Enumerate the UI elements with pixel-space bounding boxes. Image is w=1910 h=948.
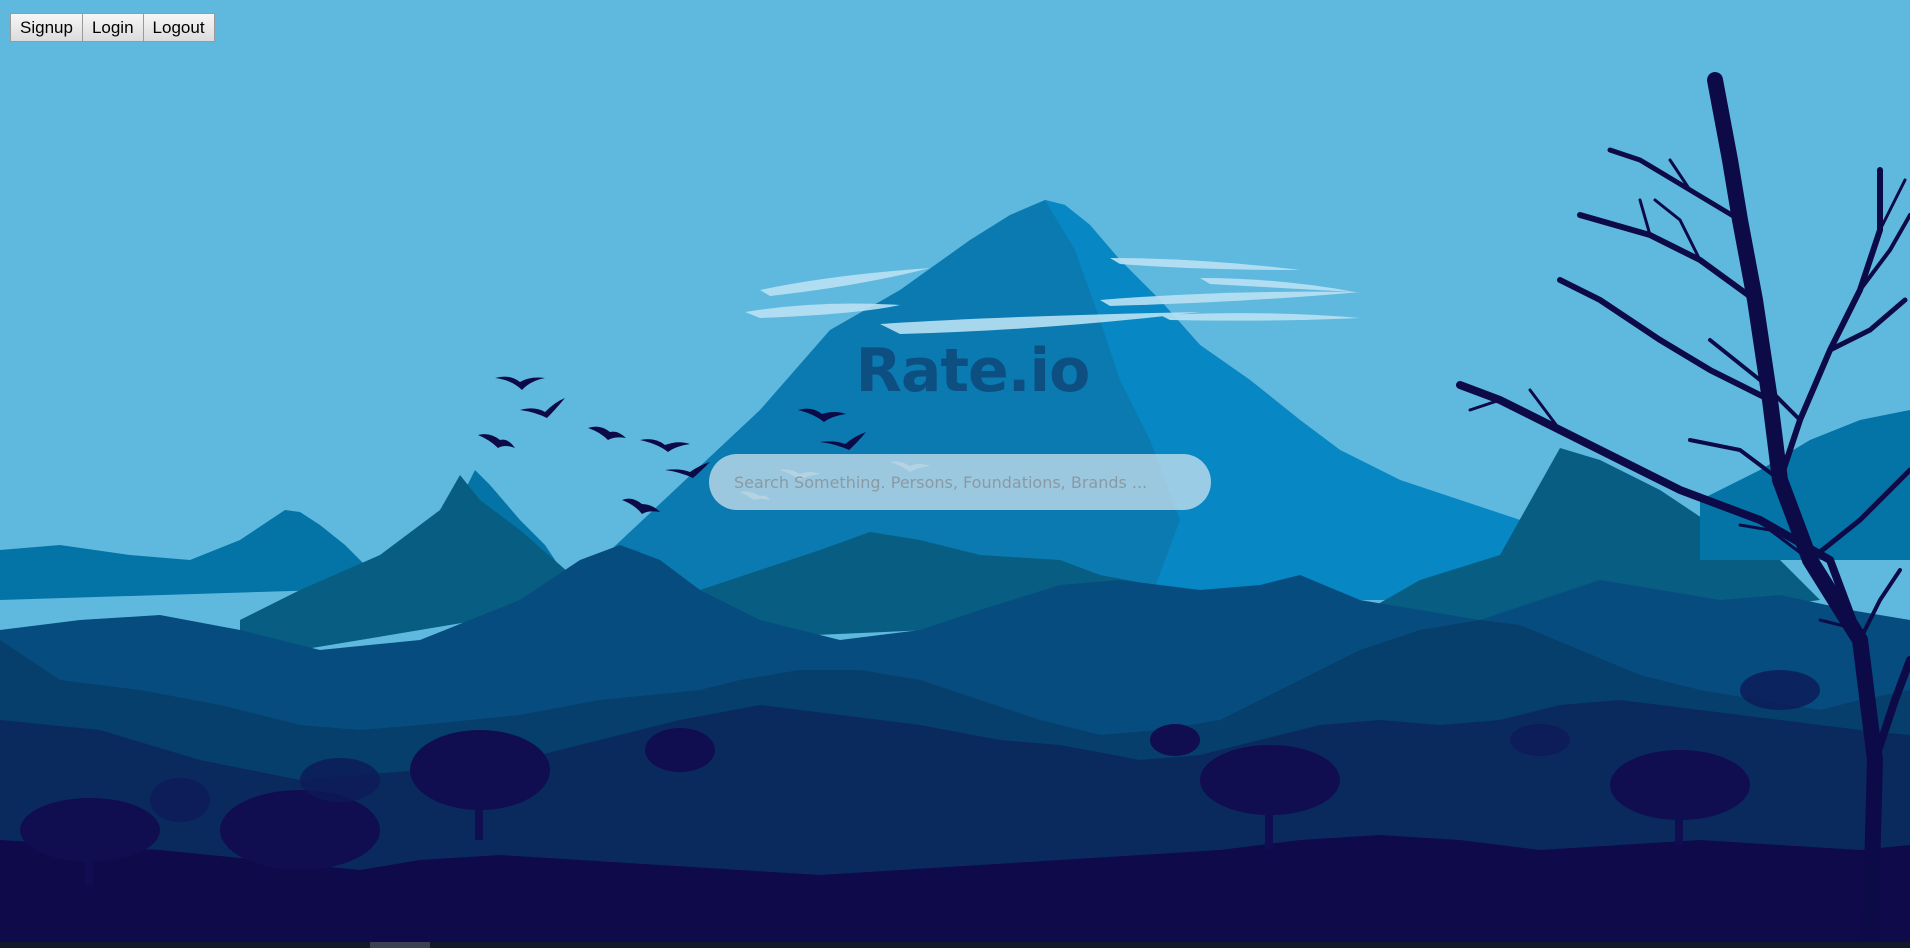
horizontal-scrollbar[interactable] [0,942,1910,948]
brand-title: Rate.io [855,336,1091,406]
signup-button[interactable]: Signup [10,13,83,42]
search-box[interactable] [709,454,1211,510]
auth-toolbar: Signup Login Logout [10,13,215,42]
search-input[interactable] [732,471,1196,493]
landing-page: Signup Login Logout Rate.io [0,0,1910,948]
scrollbar-thumb[interactable] [370,942,430,948]
logout-button[interactable]: Logout [143,13,215,42]
login-button[interactable]: Login [82,13,144,42]
